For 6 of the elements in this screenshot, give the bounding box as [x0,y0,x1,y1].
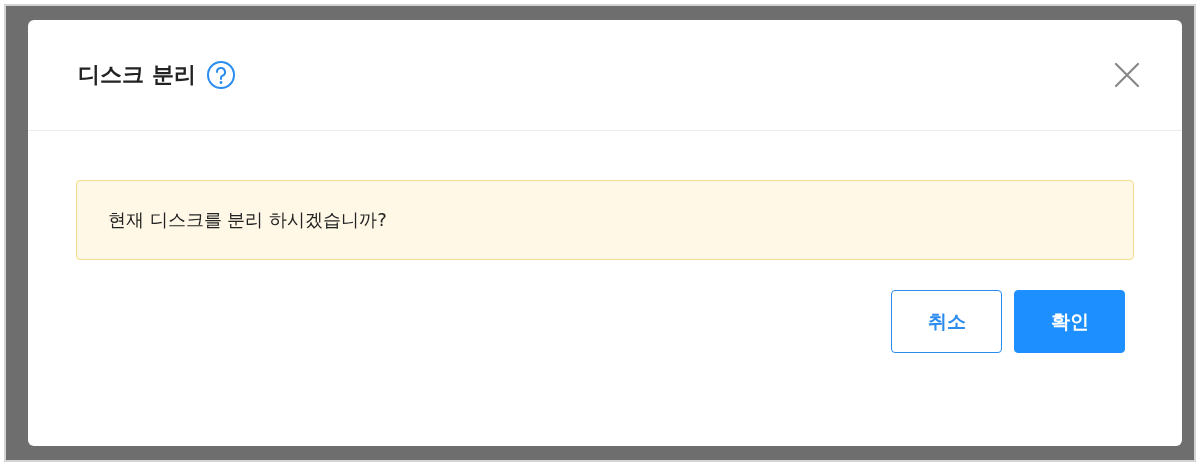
help-icon[interactable] [205,60,236,90]
cancel-button[interactable]: 취소 [891,290,1002,353]
close-icon[interactable] [1114,62,1140,88]
alert-message: 현재 디스크를 분리 하시겠습니까? [108,208,387,232]
confirm-button[interactable]: 확인 [1014,290,1125,353]
dialog-title: 디스크 분리 [78,61,196,89]
